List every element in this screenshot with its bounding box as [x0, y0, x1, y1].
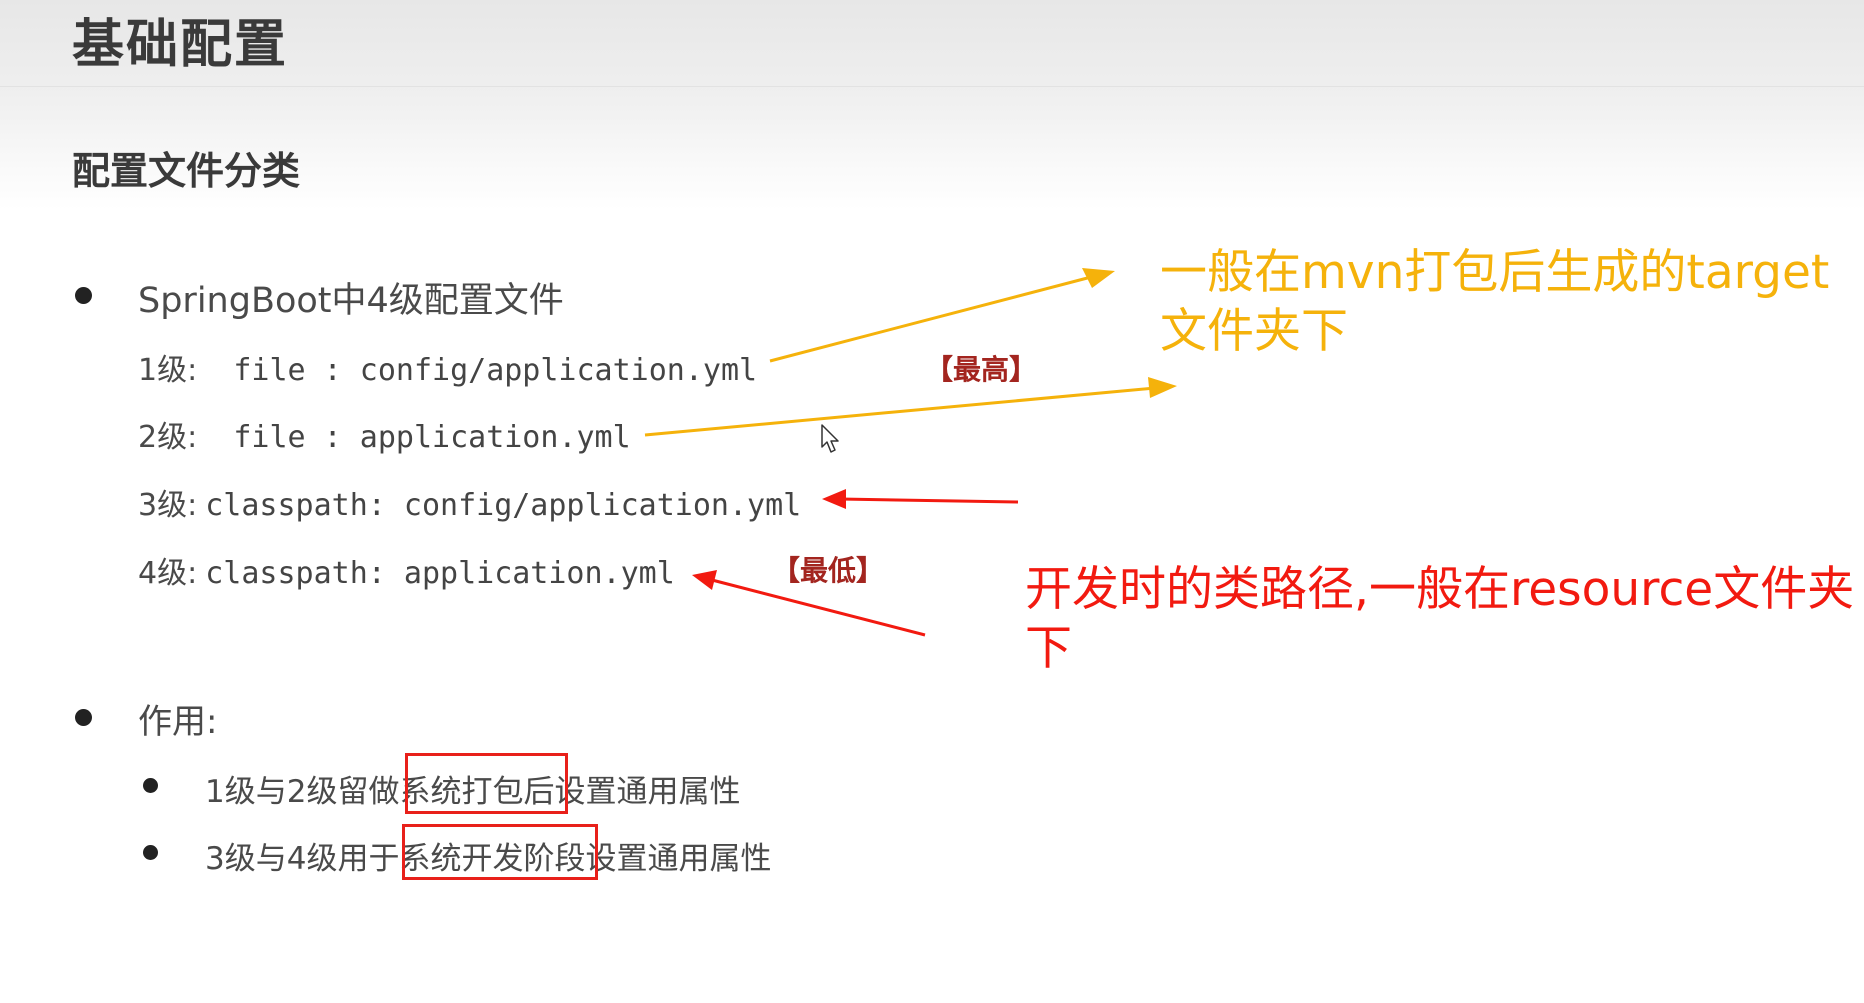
arrow-icon: [769, 268, 1115, 363]
arrow-icon: [692, 570, 926, 637]
arrow-icon: [822, 489, 1019, 509]
arrow-icon: [644, 377, 1177, 437]
annotation-arrows: [644, 268, 1177, 637]
mouse-cursor-icon: [821, 424, 839, 453]
